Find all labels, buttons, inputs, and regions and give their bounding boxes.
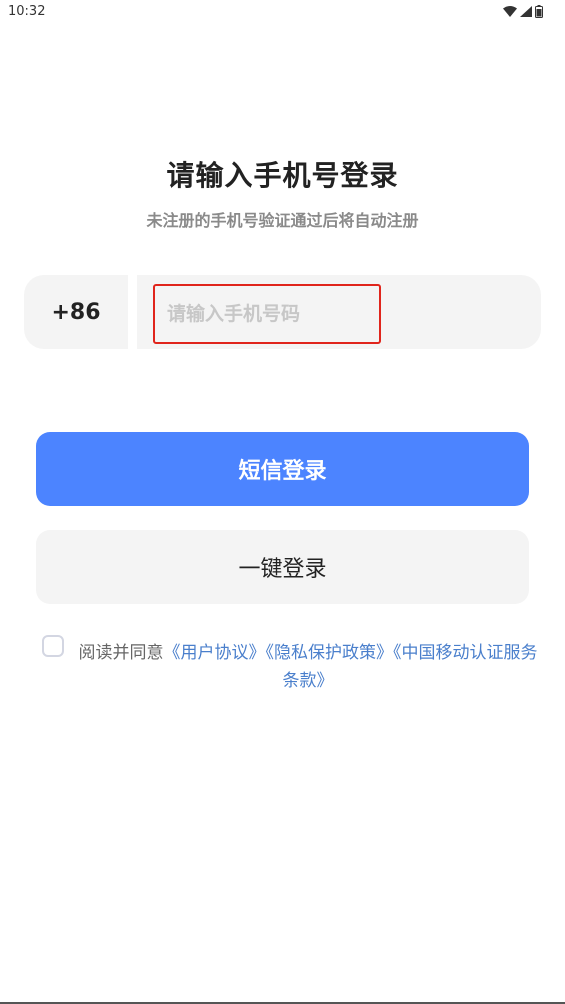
status-bar: 10:32 <box>0 0 565 24</box>
agreement-prefix: 阅读并同意 <box>78 643 164 663</box>
user-agreement-link[interactable]: 《用户协议》 <box>164 643 266 663</box>
battery-icon <box>535 5 543 18</box>
status-icons <box>503 5 543 18</box>
country-code-selector[interactable]: +86 <box>24 275 128 349</box>
privacy-policy-link[interactable]: 《隐私保护政策》 <box>266 643 394 663</box>
status-time: 10:32 <box>8 4 46 19</box>
agreement-checkbox[interactable] <box>42 635 64 657</box>
one-click-login-button[interactable]: 一键登录 <box>36 530 529 604</box>
phone-number-input[interactable] <box>153 284 381 344</box>
page-title: 请输入手机号登录 <box>166 159 399 192</box>
phone-input-container <box>137 275 541 349</box>
agreement-text: 阅读并同意《用户协议》《隐私保护政策》《中国移动认证服务条款》 <box>78 639 538 695</box>
wifi-icon <box>503 6 517 17</box>
signal-icon <box>520 6 532 17</box>
phone-input-row: +86 <box>24 275 541 349</box>
sms-login-button[interactable]: 短信登录 <box>36 432 529 506</box>
page-subtitle: 未注册的手机号验证通过后将自动注册 <box>146 211 419 230</box>
